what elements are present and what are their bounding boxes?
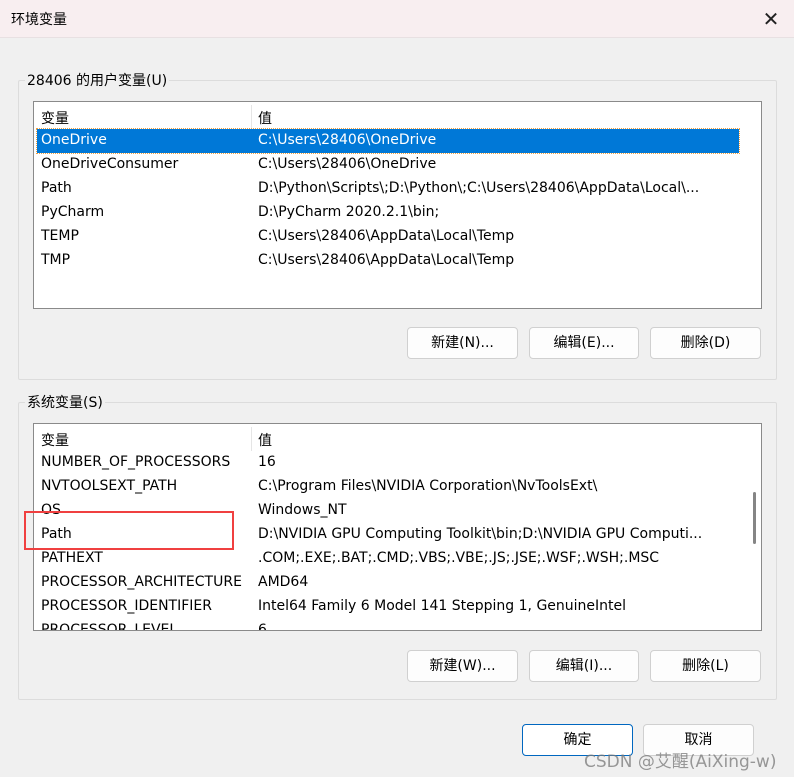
column-header-value[interactable]: 值 [258, 108, 272, 128]
user-new-button[interactable]: 新建(N)... [407, 327, 518, 359]
highlight-box [24, 511, 234, 550]
variable-value: D:\Python\Scripts\;D:\Python\;C:\Users\2… [258, 180, 700, 196]
variable-name: NUMBER_OF_PROCESSORS [41, 454, 231, 470]
table-row[interactable]: NVTOOLSEXT_PATH C:\Program Files\NVIDIA C… [37, 475, 739, 499]
system-edit-button[interactable]: 编辑(I)... [529, 650, 639, 682]
list-header: 变量 值 [34, 427, 761, 451]
system-variables-label: 系统变量(S) [25, 392, 105, 412]
variable-name: TEMP [41, 228, 79, 244]
variable-value: Intel64 Family 6 Model 141 Stepping 1, G… [258, 598, 627, 614]
table-row[interactable]: OneDrive C:\Users\28406\OneDrive [36, 128, 740, 154]
user-delete-button[interactable]: 删除(D) [650, 327, 761, 359]
variable-name: PROCESSOR_LEVEL [41, 622, 178, 631]
table-row[interactable]: PyCharm D:\PyCharm 2020.2.1\bin; [37, 201, 739, 225]
scrollbar-thumb[interactable] [753, 492, 756, 544]
variable-value: C:\Program Files\NVIDIA Corporation\NvTo… [258, 478, 598, 494]
table-row[interactable]: TMP C:\Users\28406\AppData\Local\Temp [37, 249, 739, 273]
variable-name: PATHEXT [41, 550, 103, 566]
table-row[interactable]: PROCESSOR_IDENTIFIER Intel64 Family 6 Mod… [37, 595, 739, 619]
variable-name: OneDriveConsumer [41, 156, 179, 172]
variable-value: 16 [258, 454, 276, 470]
column-header-value[interactable]: 值 [258, 430, 272, 450]
watermark: CSDN @艾醒(AiXing-w) [584, 752, 777, 772]
variable-value: C:\Users\28406\OneDrive [258, 132, 437, 148]
user-edit-button[interactable]: 编辑(E)... [529, 327, 639, 359]
variable-name: NVTOOLSEXT_PATH [41, 478, 178, 494]
user-variables-label: 28406 的用户变量(U) [25, 70, 170, 90]
system-delete-button[interactable]: 删除(L) [650, 650, 761, 682]
variable-name: PROCESSOR_ARCHITECTURE [41, 574, 242, 590]
table-row[interactable]: PATHEXT .COM;.EXE;.BAT;.CMD;.VBS;.VBE;.JS… [37, 547, 739, 571]
variable-value: Windows_NT [258, 502, 347, 518]
variable-name: PROCESSOR_IDENTIFIER [41, 598, 212, 614]
variable-value: C:\Users\28406\OneDrive [258, 156, 437, 172]
variable-value: AMD64 [258, 574, 309, 590]
column-separator[interactable] [251, 427, 252, 451]
list-header: 变量 值 [34, 105, 761, 129]
variable-value: .COM;.EXE;.BAT;.CMD;.VBS;.VBE;.JS;.JSE;.… [258, 550, 660, 566]
table-row[interactable]: TEMP C:\Users\28406\AppData\Local\Temp [37, 225, 739, 249]
variable-value: D:\PyCharm 2020.2.1\bin; [258, 204, 440, 220]
variable-value: D:\NVIDIA GPU Computing Toolkit\bin;D:\N… [258, 526, 703, 542]
table-row[interactable]: PROCESSOR_ARCHITECTURE AMD64 [37, 571, 739, 595]
variable-value: C:\Users\28406\AppData\Local\Temp [258, 252, 515, 268]
variable-name: PyCharm [41, 204, 105, 220]
column-header-name[interactable]: 变量 [41, 430, 69, 450]
system-new-button[interactable]: 新建(W)... [407, 650, 518, 682]
column-separator[interactable] [251, 105, 252, 129]
user-variables-list[interactable]: 变量 值 OneDrive C:\Users\28406\OneDrive OneD… [33, 101, 762, 309]
window-title: 环境变量 [11, 12, 67, 28]
variable-name: Path [41, 180, 72, 196]
title-bar: 环境变量 ✕ [0, 0, 794, 38]
close-icon[interactable]: ✕ [758, 6, 784, 32]
variable-name: TMP [41, 252, 71, 268]
vertical-scrollbar[interactable] [739, 424, 761, 630]
table-row[interactable]: Path D:\Python\Scripts\;D:\Python\;C:\Use… [37, 177, 739, 201]
table-row[interactable]: OneDriveConsumer C:\Users\28406\OneDrive [37, 153, 739, 177]
table-row[interactable]: NUMBER_OF_PROCESSORS 16 [37, 451, 739, 475]
variable-value: 6 [258, 622, 267, 631]
column-header-name[interactable]: 变量 [41, 108, 69, 128]
variable-name: OneDrive [41, 132, 107, 148]
table-row[interactable]: PROCESSOR_LEVEL 6 [37, 619, 739, 631]
variable-value: C:\Users\28406\AppData\Local\Temp [258, 228, 515, 244]
